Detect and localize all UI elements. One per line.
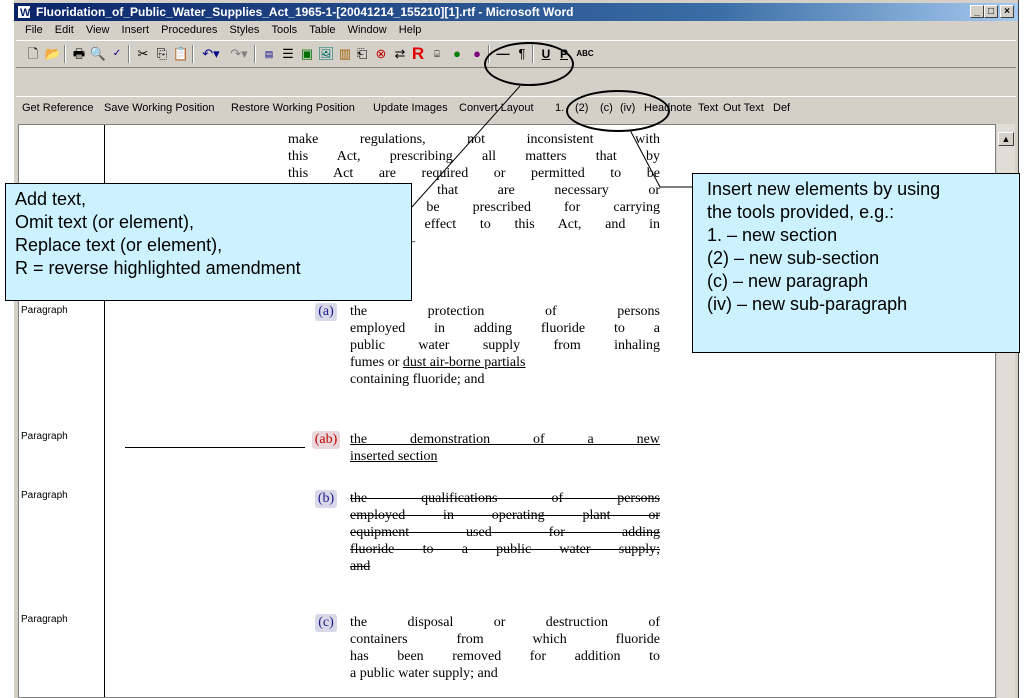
- deleted-text: and: [350, 559, 371, 574]
- custom-toolbar: Get Reference Save Working Position Rest…: [16, 96, 1016, 123]
- text-line: the disposal or destruction of: [350, 615, 660, 630]
- style-label: Paragraph: [21, 614, 68, 625]
- text-line: containers from which fluoride: [350, 632, 660, 647]
- toolbar-separator: [64, 45, 66, 63]
- text-button[interactable]: Text: [698, 102, 718, 114]
- style-label: Paragraph: [21, 490, 68, 501]
- print-preview-icon[interactable]: 🔍: [89, 44, 107, 64]
- undo-icon[interactable]: ↶▾: [198, 44, 224, 64]
- spelling-icon[interactable]: ✓: [108, 44, 126, 64]
- paragraph-label: (b): [315, 490, 337, 508]
- callout-line: R = reverse highlighted amendment: [15, 258, 301, 278]
- callout-line: Insert new elements by using: [707, 179, 941, 199]
- save-working-position-button[interactable]: Save Working Position: [104, 102, 214, 114]
- deleted-text: fluoride to a public water supply;: [350, 542, 660, 557]
- paragraph-label: (a): [315, 303, 337, 321]
- deleted-text: the qualifications of persons: [350, 491, 660, 506]
- deleted-text: employed in operating plant or: [350, 508, 660, 523]
- menu-tools[interactable]: Tools: [271, 24, 297, 36]
- callout-line: (2) – new sub-section: [707, 248, 880, 268]
- abc-button[interactable]: ABC: [574, 44, 596, 64]
- menu-bar: File Edit View Insert Procedures Styles …: [16, 22, 1016, 39]
- highlight-ellipse: [484, 42, 574, 86]
- field-icon[interactable]: ⌸: [428, 44, 446, 64]
- toolbar-separator: [254, 45, 256, 63]
- menu-file[interactable]: File: [25, 24, 43, 36]
- text-line: this Act, prescribing all matters that b…: [288, 149, 660, 164]
- add-text-icon[interactable]: ⎗: [353, 44, 371, 64]
- omit-text-icon[interactable]: ⊗: [372, 44, 390, 64]
- insert-object-icon[interactable]: ▣: [298, 44, 316, 64]
- text-line: fumes or dust air-borne partials: [350, 354, 660, 371]
- paste-icon[interactable]: 📋: [172, 44, 190, 64]
- callout-line: (c) – new paragraph: [707, 271, 869, 291]
- menu-insert[interactable]: Insert: [122, 24, 150, 36]
- text-line: public water supply from inhaling: [350, 338, 660, 353]
- callout-line: Add text,: [15, 189, 87, 209]
- word-app-icon[interactable]: [17, 4, 31, 22]
- style-label: Paragraph: [21, 305, 68, 316]
- menu-edit[interactable]: Edit: [55, 24, 74, 36]
- text-line: containing fluoride; and: [350, 372, 485, 387]
- restore-working-position-button[interactable]: Restore Working Position: [231, 102, 355, 114]
- get-reference-button[interactable]: Get Reference: [22, 102, 94, 114]
- text-line: has been removed for addition to: [350, 649, 660, 664]
- copy-icon[interactable]: ⎘: [153, 44, 171, 64]
- menu-table[interactable]: Table: [309, 24, 335, 36]
- new-document-icon[interactable]: 🗋: [24, 44, 42, 64]
- open-folder-icon[interactable]: 📂: [44, 44, 62, 64]
- callout-line: Omit text (or element),: [15, 212, 195, 232]
- window-title: Fluoridation_of_Public_Water_Supplies_Ac…: [36, 5, 574, 19]
- menu-procedures[interactable]: Procedures: [161, 24, 217, 36]
- highlight-ellipse: [566, 90, 670, 132]
- close-button[interactable]: ×: [1000, 5, 1014, 18]
- callout-line: the tools provided, e.g.:: [707, 202, 895, 222]
- convert-layout-button[interactable]: Convert Layout: [459, 102, 534, 114]
- callout-line: 1. – new section: [707, 225, 838, 245]
- cut-icon[interactable]: ✂: [134, 44, 152, 64]
- style-label: Paragraph: [21, 431, 68, 442]
- text-normal: fumes or: [350, 355, 403, 370]
- menu-window[interactable]: Window: [348, 24, 387, 36]
- redo-icon[interactable]: ↷▾: [226, 44, 252, 64]
- insert-chart-icon[interactable]: ▥: [336, 44, 354, 64]
- insertion-line: [125, 447, 305, 448]
- callout-line: Replace text (or element),: [15, 235, 223, 255]
- menu-help[interactable]: Help: [399, 24, 422, 36]
- update-images-button[interactable]: Update Images: [373, 102, 448, 114]
- replace-text-icon[interactable]: ⇄: [391, 44, 409, 64]
- inserted-text: inserted section: [350, 449, 438, 464]
- def-button[interactable]: Def: [773, 102, 790, 114]
- green-bullet-icon[interactable]: ●: [448, 44, 466, 64]
- title-bar: Fluoridation_of_Public_Water_Supplies_Ac…: [14, 3, 1018, 22]
- scroll-up-arrow-icon[interactable]: ▲: [998, 132, 1014, 146]
- text-line: employed in adding fluoride to a: [350, 321, 660, 336]
- deleted-text: dust: [402, 355, 430, 370]
- reverse-amendment-button[interactable]: R: [410, 44, 426, 64]
- deleted-text: equipment used for adding: [350, 525, 660, 540]
- print-icon[interactable]: 🖶: [70, 44, 88, 64]
- toolbar-separator: [128, 45, 130, 63]
- paragraph-label: (c): [315, 614, 337, 632]
- maximize-button[interactable]: □: [984, 5, 998, 18]
- callout-line: (iv) – new sub-paragraph: [707, 294, 908, 314]
- minimize-button[interactable]: _: [970, 5, 984, 18]
- left-callout: Add text, Omit text (or element), Replac…: [5, 183, 412, 301]
- text-line: a public water supply; and: [350, 666, 498, 681]
- inserted-text: the demonstration of a new: [350, 432, 660, 447]
- inserted-text: air-borne partials: [429, 355, 526, 370]
- toolbar-separator: [192, 45, 194, 63]
- text-line: make regulations, not inconsistent with: [288, 132, 660, 147]
- text-line: the protection of persons: [350, 304, 660, 319]
- right-callout: Insert new elements by using the tools p…: [692, 173, 1020, 353]
- out-text-button[interactable]: Out Text: [723, 102, 764, 114]
- bullets-icon[interactable]: ☰: [279, 44, 297, 64]
- table-of-contents-icon[interactable]: ▤: [260, 44, 278, 64]
- insert-picture-icon[interactable]: 🖼: [317, 44, 335, 64]
- menu-styles[interactable]: Styles: [229, 24, 259, 36]
- menu-view[interactable]: View: [86, 24, 110, 36]
- text-line: this Act are required or permitted to be: [288, 166, 660, 181]
- new-section-button[interactable]: 1.: [555, 102, 564, 114]
- paragraph-label: (ab): [312, 431, 340, 449]
